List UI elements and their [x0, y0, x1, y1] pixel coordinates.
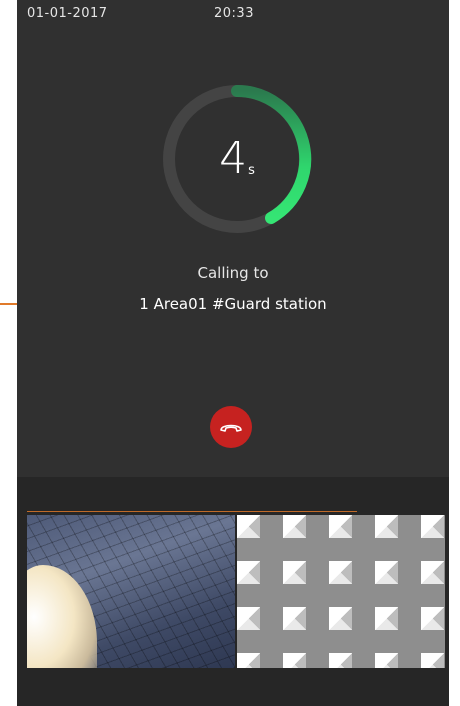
status-bar: 01-01-2017 20:33 [17, 0, 449, 28]
timer-readout: 4 s [160, 82, 314, 236]
calling-label: Calling to [197, 264, 269, 282]
hangup-button[interactable] [210, 406, 252, 448]
call-timer: 4 s [160, 82, 314, 236]
timer-unit: s [248, 163, 255, 178]
status-date: 01-01-2017 [27, 6, 108, 21]
camera-preview-left[interactable] [27, 515, 235, 668]
timer-number: 4 [219, 133, 248, 184]
camera-preview-panel [17, 477, 449, 706]
preview-light [27, 565, 97, 668]
phone-hangup-icon [220, 424, 242, 432]
camera-preview-right[interactable] [237, 515, 445, 668]
status-time: 20:33 [214, 6, 254, 21]
callee-name: 1 Area01 #Guard station [139, 295, 327, 313]
preview-divider [27, 511, 357, 512]
intercom-screen: 01-01-2017 20:33 4 s Calling to 1 Area01… [17, 0, 449, 706]
